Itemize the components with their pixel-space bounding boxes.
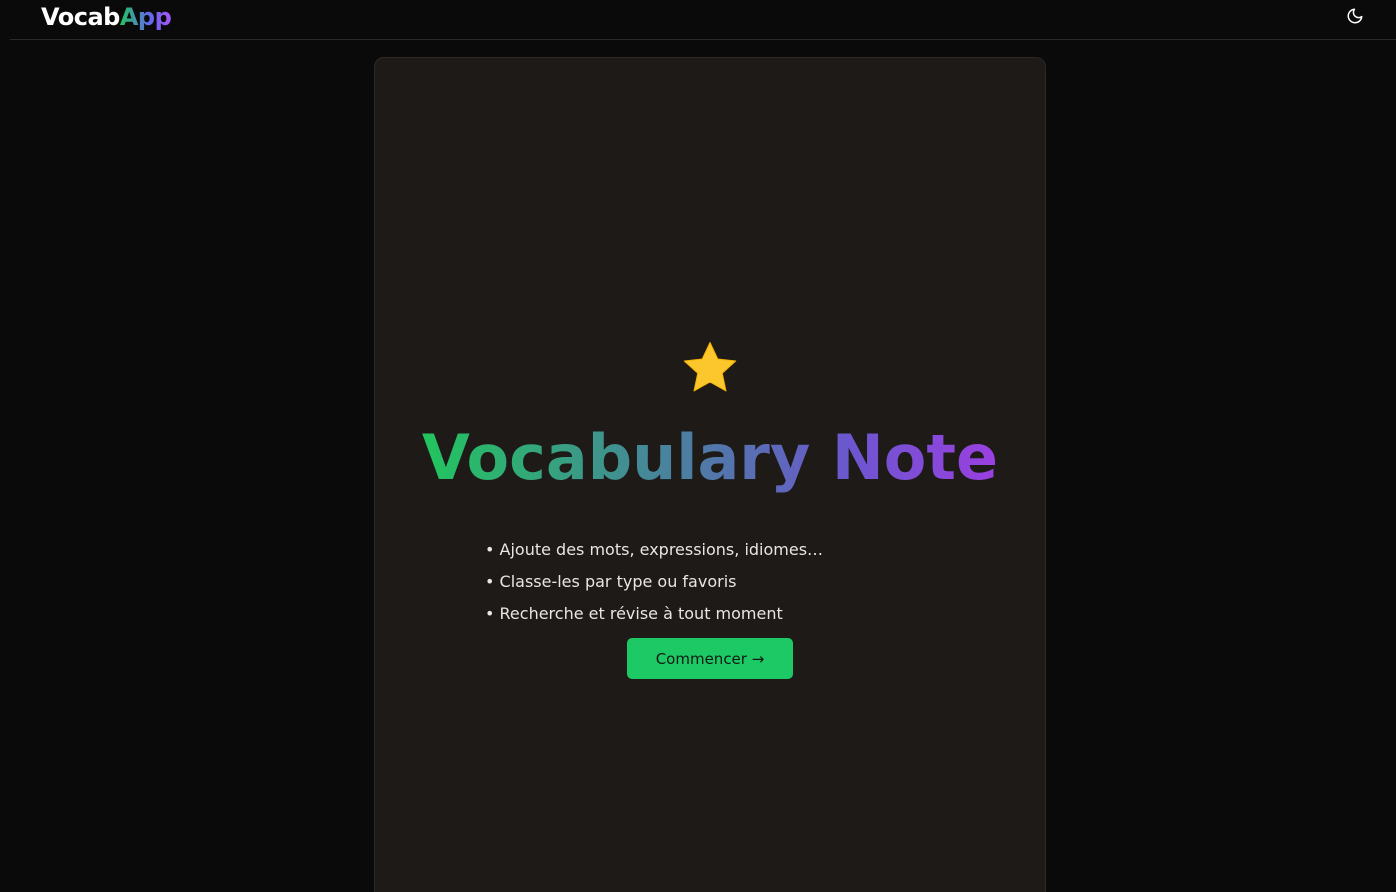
feature-list: • Ajoute des mots, expressions, idiomes…… [485, 534, 823, 630]
logo-text-app: App [119, 3, 172, 31]
feature-item: • Recherche et révise à tout moment [485, 604, 783, 623]
welcome-card: Vocabulary Note • Ajoute des mots, expre… [374, 57, 1046, 892]
app-root: VocabApp Vocabulary Note • Ajoute des mo… [0, 0, 1396, 892]
feature-item: • Classe-les par type ou favoris [485, 572, 737, 591]
top-bar: VocabApp [0, 0, 1396, 40]
page-title: Vocabulary Note [375, 420, 1045, 496]
logo-text-vocab: Vocab [41, 3, 120, 31]
start-button[interactable]: Commencer → [627, 638, 793, 679]
app-logo[interactable]: VocabApp [41, 2, 172, 32]
star-icon [683, 342, 737, 392]
header-divider [10, 39, 1396, 40]
moon-icon [1347, 8, 1363, 24]
feature-item: • Ajoute des mots, expressions, idiomes… [485, 540, 824, 559]
page-title-text: Vocabulary Note [421, 421, 999, 494]
theme-toggle-button[interactable] [1344, 5, 1366, 27]
star-icon-wrapper [375, 338, 1045, 400]
